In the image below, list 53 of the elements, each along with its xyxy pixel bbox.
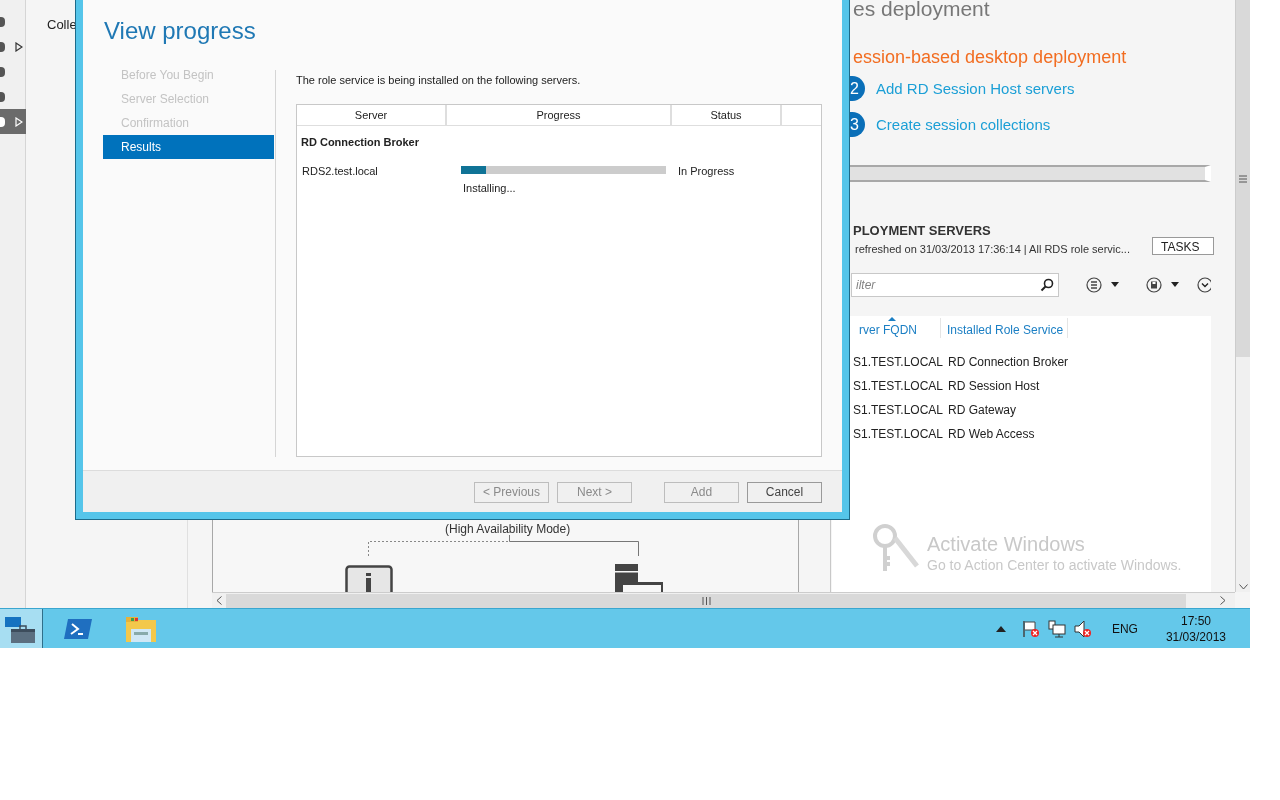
language-indicator[interactable]: ENG — [1111, 619, 1138, 638]
diagram-caption: (High Availability Mode) — [445, 521, 571, 538]
column-header: Status — [672, 105, 782, 125]
column-header[interactable]: Installed Role Service — [941, 318, 1068, 338]
search-icon[interactable] — [1040, 278, 1054, 292]
sort-icon — [888, 317, 896, 321]
status-detail: Installing... — [462, 180, 517, 196]
grip-icon[interactable] — [1239, 174, 1247, 183]
network-icon[interactable] — [1047, 619, 1066, 638]
expand-icon[interactable] — [15, 41, 23, 52]
scroll-down-icon[interactable] — [1239, 584, 1248, 590]
flag-icon[interactable] — [1021, 619, 1040, 638]
expand-icon[interactable] — [1197, 277, 1211, 293]
instruction-text: The role service is being installed on the following servers. — [296, 73, 581, 88]
show-hidden-icons-icon[interactable] — [995, 625, 1006, 632]
step-link[interactable]: Create session collections — [876, 114, 1051, 137]
panel-subtitle: refreshed on 31/03/2013 17:36:14 | All RDS role servic... — [855, 242, 1130, 257]
muted-speaker-icon[interactable] — [1073, 619, 1092, 638]
scroll-right-icon[interactable] — [1220, 596, 1226, 605]
table-cell-text: S1.TEST.LOCAL — [853, 378, 941, 395]
dialog-title: View progress — [104, 16, 256, 46]
column-header: Progress — [447, 105, 672, 125]
server-icon — [615, 564, 663, 592]
section-subheading: ession-based desktop deployment — [853, 46, 1127, 69]
table-cell-text: In Progress — [678, 163, 735, 179]
table-cell-text: S1.TEST.LOCAL — [853, 354, 941, 371]
wizard-step[interactable]: Results — [103, 135, 274, 159]
tasks-button[interactable]: TASKS — [1152, 237, 1214, 255]
step-link[interactable]: Add RD Session Host servers — [876, 78, 1075, 101]
table-cell-text: S1.TEST.LOCAL — [853, 402, 941, 419]
table-cell-text: RD Session Host — [947, 378, 1041, 395]
nav-panel-item[interactable]: Colle — [47, 15, 77, 37]
scroll-left-icon[interactable] — [216, 596, 222, 605]
column-header[interactable]: rver FQDN — [853, 318, 941, 338]
grip-icon[interactable] — [701, 596, 711, 605]
clock-date: 31/03/2013 — [1165, 628, 1226, 645]
table-cell-text: S1.TEST.LOCAL — [853, 426, 941, 443]
column-header: Server — [297, 105, 447, 125]
nav-rail-item[interactable] — [0, 109, 26, 134]
key-icon — [873, 524, 921, 574]
wizard-button[interactable]: Cancel — [747, 481, 822, 503]
taskbar-server-manager-icon[interactable] — [0, 608, 43, 648]
clock-time: 17:50 — [1180, 612, 1211, 629]
table-cell-text: RD Connection Broker — [947, 354, 1070, 371]
section-heading: es deployment — [853, 0, 990, 21]
group-header: RD Connection Broker — [300, 135, 420, 150]
table-cell-text: RDS2.test.local — [301, 163, 379, 179]
panel-title: PLOYMENT SERVERS — [853, 222, 991, 240]
filter-field[interactable]: ilter — [851, 273, 1059, 297]
table-cell-text: RD Web Access — [947, 426, 1036, 443]
info-server-icon — [345, 565, 393, 592]
clock[interactable]: 17:50 31/03/2013 — [1165, 612, 1226, 645]
table-cell-text: RD Gateway — [947, 402, 1018, 419]
